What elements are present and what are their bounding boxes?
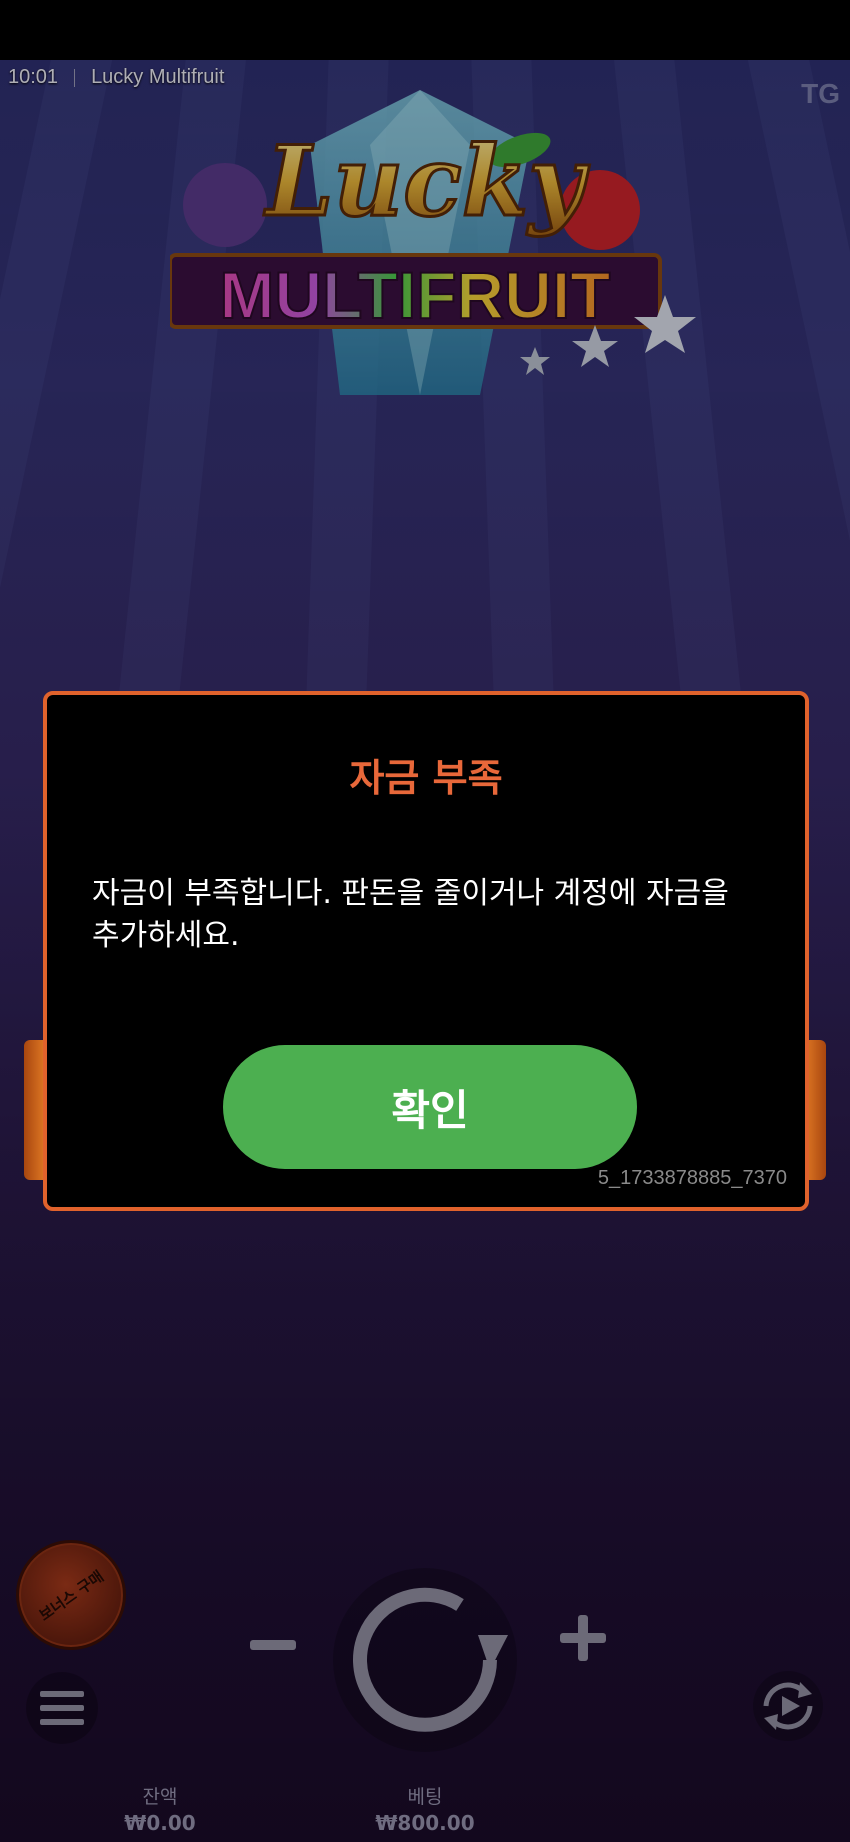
bonus-buy-label: 보너스 구매 — [35, 1566, 107, 1625]
bet-value: ₩800.00 — [375, 1811, 475, 1835]
error-code: 5_1733878885_7370 — [597, 1167, 787, 1189]
dialog-title: 자금 부족 — [349, 756, 503, 800]
menu-icon-bar — [40, 1719, 84, 1725]
menu-button[interactable] — [26, 1672, 98, 1744]
spin-button[interactable] — [330, 1565, 520, 1755]
bonus-buy-button[interactable]: 보너스 구매 — [16, 1540, 126, 1650]
confirm-button[interactable]: 확인 — [223, 1045, 637, 1169]
increase-bet-button[interactable] — [560, 1615, 606, 1661]
insufficient-funds-dialog: 자금 부족 자금이 부족합니다. 판돈을 줄이거나 계정에 자금을 추가하세요.… — [43, 691, 809, 1211]
menu-icon-bar — [40, 1691, 84, 1697]
bet-display: 베팅 ₩800.00 — [370, 1782, 480, 1835]
balance-display: 잔액 ₩0.00 — [110, 1782, 210, 1835]
dialog-message: 자금이 부족합니다. 판돈을 줄이거나 계정에 자금을 추가하세요. — [92, 876, 729, 953]
balance-label: 잔액 — [142, 1786, 178, 1808]
bet-label: 베팅 — [407, 1786, 443, 1808]
autoplay-button[interactable] — [752, 1670, 824, 1742]
menu-icon-bar — [40, 1705, 84, 1711]
balance-value: ₩0.00 — [124, 1811, 196, 1835]
system-status-bar — [0, 0, 850, 60]
decrease-bet-button[interactable] — [250, 1640, 296, 1650]
